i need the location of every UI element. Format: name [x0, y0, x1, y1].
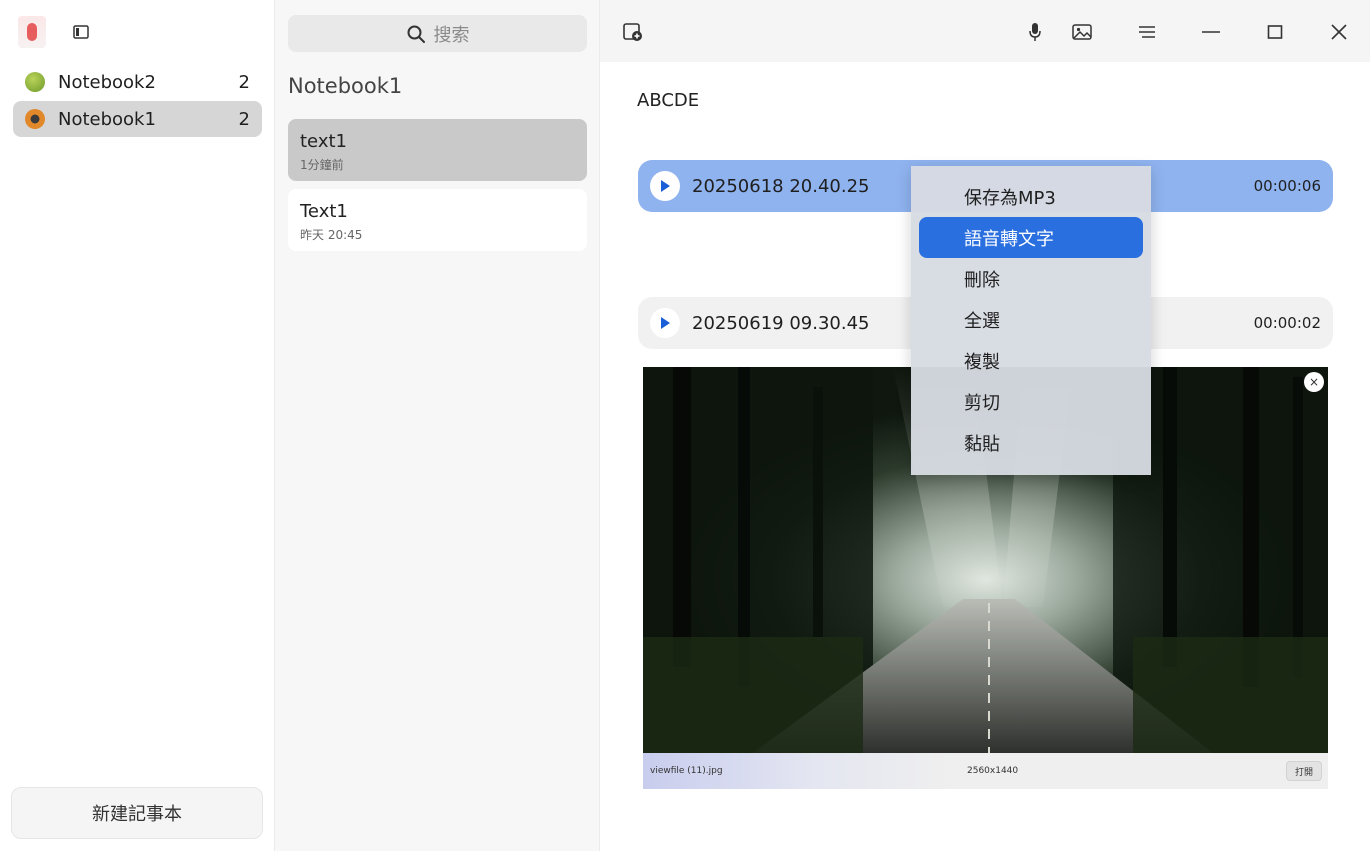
insert-image-icon[interactable]	[1069, 19, 1095, 45]
add-note-icon[interactable]	[620, 19, 646, 45]
note-time: 昨天 20:45	[300, 228, 363, 242]
menu-item-select-all[interactable]: 全選	[919, 299, 1143, 340]
menu-item-cut[interactable]: 剪切	[919, 381, 1143, 422]
remove-image-button[interactable]: ×	[1304, 372, 1324, 392]
maximize-icon[interactable]	[1262, 19, 1288, 45]
note-title: text1	[300, 131, 347, 152]
image-resolution: 2560x1440	[967, 766, 1019, 776]
menu-item-delete[interactable]: 刪除	[919, 258, 1143, 299]
note-time: 1分鐘前	[300, 158, 344, 172]
image-info-bar: viewfile (11).jpg 2560x1440 打開	[643, 753, 1328, 789]
note-item[interactable]: Text1 昨天 20:45	[288, 189, 587, 251]
menu-item-copy[interactable]: 複製	[919, 340, 1143, 381]
microphone-icon[interactable]	[1022, 19, 1048, 45]
context-menu: 保存為MP3 語音轉文字 刪除 全選 複製 剪切 黏貼	[911, 166, 1151, 475]
search-icon	[407, 25, 425, 43]
notebook-color-icon	[25, 109, 45, 129]
app-logo-icon	[18, 16, 46, 48]
notes-list-panel: 搜索 Notebook1 text1 1分鐘前 Text1 昨天 20:45	[275, 0, 600, 851]
minimize-icon[interactable]	[1198, 19, 1224, 45]
notebook-count: 2	[238, 71, 250, 93]
close-icon[interactable]	[1326, 19, 1352, 45]
notebook-item-notebook2[interactable]: Notebook2 2	[13, 64, 262, 100]
notebook-item-notebook1[interactable]: Notebook1 2	[13, 101, 262, 137]
note-item[interactable]: text1 1分鐘前	[288, 119, 587, 181]
search-placeholder: 搜索	[433, 24, 470, 46]
play-icon[interactable]	[650, 171, 680, 201]
new-notebook-button[interactable]: 新建記事本	[11, 787, 263, 839]
note-title: Text1	[300, 201, 348, 222]
notebook-sidebar: Notebook2 2 Notebook1 2 新建記事本	[0, 0, 275, 851]
audio-clip-duration: 00:00:02	[1253, 314, 1321, 332]
menu-item-save-mp3[interactable]: 保存為MP3	[919, 176, 1143, 217]
sidebar-toggle-icon[interactable]	[70, 21, 92, 43]
play-icon[interactable]	[650, 308, 680, 338]
menu-item-speech-to-text[interactable]: 語音轉文字	[919, 217, 1143, 258]
menu-icon[interactable]	[1134, 19, 1160, 45]
search-input[interactable]: 搜索	[288, 15, 587, 52]
notebook-title: Notebook1	[288, 74, 403, 98]
notebook-label: Notebook2	[58, 71, 156, 93]
editor-toolbar	[600, 0, 1370, 62]
notebook-color-icon	[25, 72, 45, 92]
note-body-text[interactable]: ABCDE	[637, 90, 699, 111]
audio-clip-duration: 00:00:06	[1253, 177, 1321, 195]
notebook-count: 2	[238, 108, 250, 130]
notebook-label: Notebook1	[58, 108, 156, 130]
open-image-button[interactable]: 打開	[1286, 761, 1322, 781]
menu-item-paste[interactable]: 黏貼	[919, 422, 1143, 463]
image-filename: viewfile (11).jpg	[650, 766, 723, 776]
